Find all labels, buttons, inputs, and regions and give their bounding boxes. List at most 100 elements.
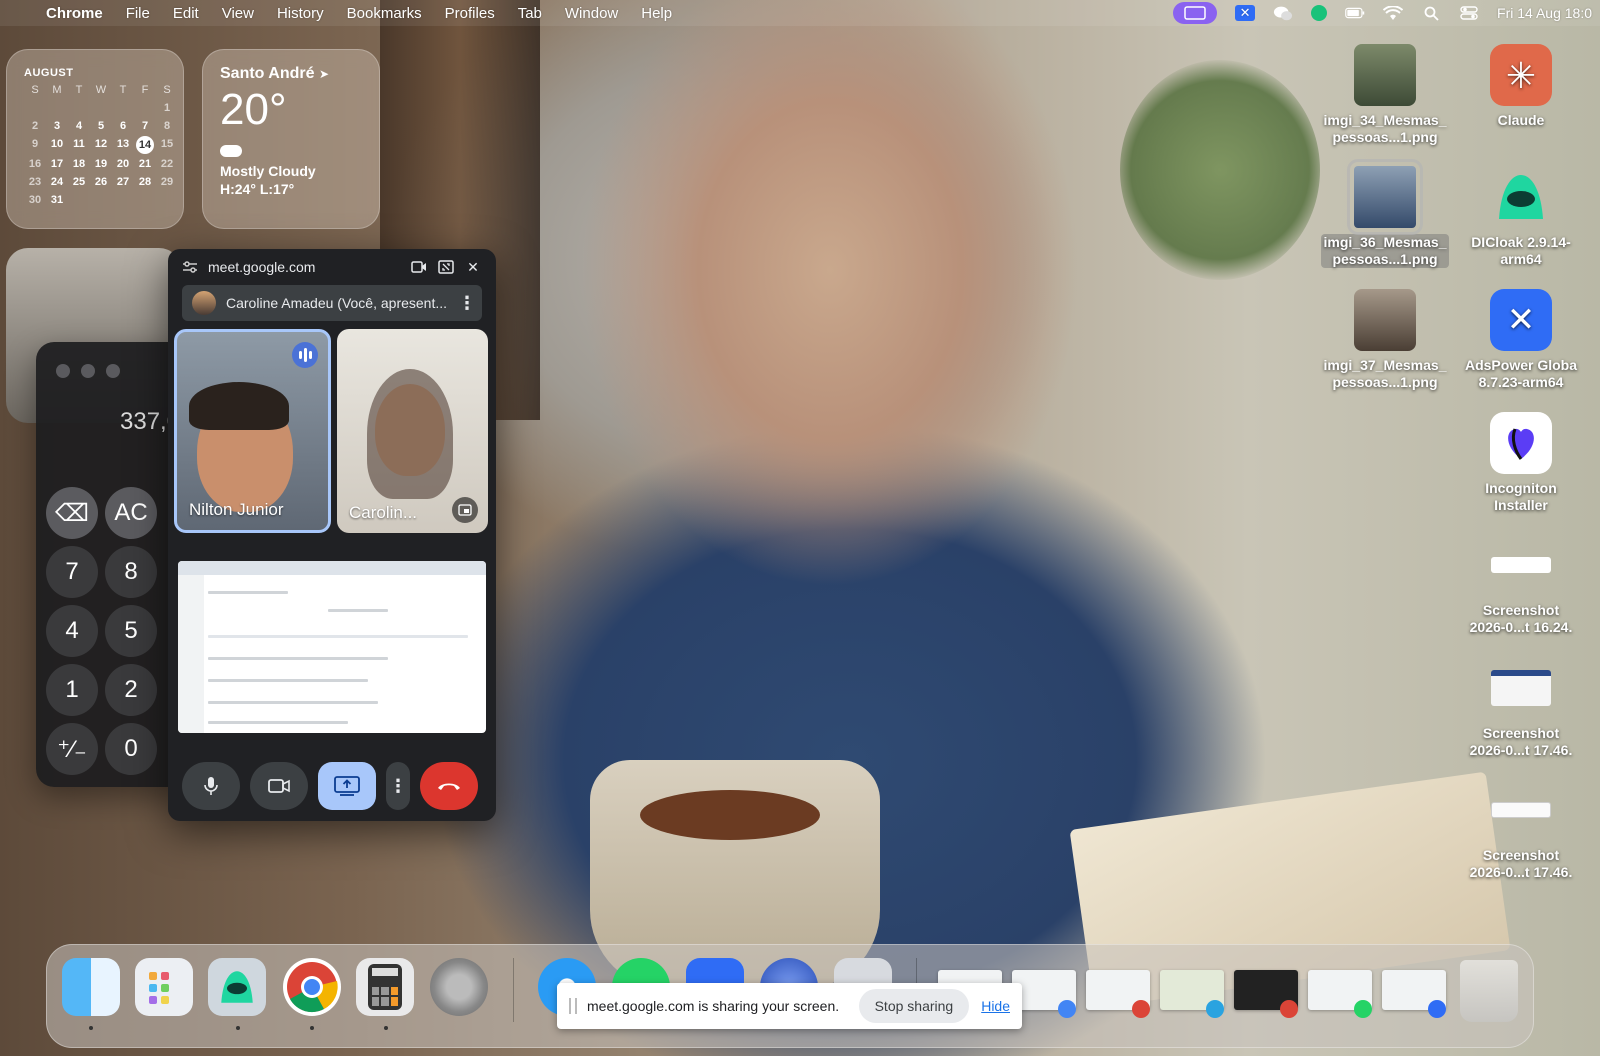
avatar — [192, 291, 216, 315]
close-window-button[interactable] — [56, 364, 70, 378]
desktop-app-claude[interactable]: ✳ Claude — [1456, 44, 1586, 129]
desktop-file-imgi-36[interactable]: imgi_36_Mesmas_ pessoas...1.png — [1320, 159, 1450, 268]
calendar-day: 27 — [116, 176, 130, 188]
desktop-file-imgi-34[interactable]: imgi_34_Mesmas_ pessoas...1.png — [1320, 44, 1450, 146]
calc-key-8[interactable]: 8 — [105, 546, 157, 598]
expand-window-icon[interactable] — [437, 258, 455, 276]
dicloak-icon[interactable] — [1311, 5, 1328, 21]
file-label: Screenshot 2026-0...t 16.24. — [1469, 602, 1573, 635]
calendar-day — [134, 101, 156, 116]
desktop-file-screenshot-2[interactable]: Screenshot 2026-0...t 17.46. — [1456, 657, 1586, 759]
calendar-day: 25 — [72, 176, 86, 188]
dicloak-icon — [1490, 166, 1552, 228]
menu-help[interactable]: Help — [641, 5, 672, 22]
more-vert-icon[interactable]: ⋮ — [458, 293, 476, 314]
plus-minus-button[interactable]: ⁺∕₋ — [46, 723, 98, 775]
meet-pip-window[interactable]: meet.google.com ✕ Caroline Amadeu (Você,… — [168, 249, 496, 821]
calendar-day: 3 — [53, 120, 61, 132]
calendar-day: 20 — [116, 158, 130, 170]
ac-button[interactable]: AC — [105, 487, 157, 539]
site-settings-icon[interactable] — [182, 260, 198, 274]
search-icon[interactable] — [1421, 5, 1441, 21]
calendar-day: 24 — [50, 176, 64, 188]
calendar-day — [90, 193, 112, 208]
text-line-decor — [208, 591, 288, 594]
calendar-day: 1 — [163, 102, 171, 114]
menu-history[interactable]: History — [277, 5, 324, 22]
participant-tile-nilton[interactable]: Nilton Junior — [174, 329, 331, 533]
control-center-icon[interactable] — [1459, 5, 1479, 21]
presenter-bar[interactable]: Caroline Amadeu (Você, apresent... ⋮ — [182, 285, 482, 321]
wifi-icon[interactable] — [1383, 5, 1404, 21]
menu-bookmarks[interactable]: Bookmarks — [347, 5, 422, 22]
more-options-button[interactable]: ⋮ — [386, 762, 410, 810]
launchpad-icon[interactable] — [135, 958, 193, 1016]
system-settings-icon[interactable] — [430, 958, 488, 1016]
trash-icon[interactable] — [1460, 960, 1518, 1022]
calendar-day: 15 — [160, 138, 174, 150]
desktop-app-adspower[interactable]: ✕ AdsPower Globa 8.7.23-arm64 — [1456, 289, 1586, 391]
running-indicator — [384, 1026, 388, 1030]
calc-key-4[interactable]: 4 — [46, 605, 98, 657]
calendar-day — [24, 101, 46, 116]
calendar-day: 31 — [50, 194, 64, 206]
desktop-file-screenshot-3[interactable]: Screenshot 2026-0...t 17.46. — [1456, 779, 1586, 881]
calendar-day — [134, 193, 156, 208]
minimize-window-button[interactable] — [81, 364, 95, 378]
wechat-icon[interactable] — [1273, 5, 1293, 21]
image-thumbnail — [1347, 159, 1423, 235]
camera-button[interactable] — [250, 762, 308, 810]
menu-view[interactable]: View — [222, 5, 254, 22]
pip-icon[interactable] — [452, 497, 478, 523]
menu-tab[interactable]: Tab — [518, 5, 542, 22]
browser-tabs-decor — [178, 561, 486, 575]
menu-edit[interactable]: Edit — [173, 5, 199, 22]
desktop-app-incogniton[interactable]: Incogniton Installer — [1456, 412, 1586, 514]
weather-widget[interactable]: Santo André ➤ 20° Mostly Cloudy H:24° L:… — [202, 49, 380, 229]
microphone-button[interactable] — [182, 762, 240, 810]
screen-sharing-icon[interactable] — [1173, 2, 1218, 24]
hide-button[interactable]: Hide — [981, 998, 1010, 1014]
location-arrow-icon: ➤ — [318, 67, 330, 81]
calculator-window[interactable]: 337,0 ⌫ AC 7 8 4 5 1 2 ⁺∕₋ 0 — [36, 342, 186, 787]
backspace-button[interactable]: ⌫ — [46, 487, 98, 539]
calc-key-5[interactable]: 5 — [105, 605, 157, 657]
menu-app-name[interactable]: Chrome — [46, 5, 103, 22]
shared-screen-preview[interactable] — [178, 561, 486, 733]
end-call-button[interactable] — [420, 762, 478, 810]
zoom-window-button[interactable] — [106, 364, 120, 378]
calendar-widget[interactable]: AUGUST S M T W T F S 1 2 3 4 5 6 7 8 9 10 11 12 13 14 15 16 17 1… — [6, 49, 184, 229]
weather-city: Santo André ➤ — [220, 65, 330, 82]
menu-profiles[interactable]: Profiles — [445, 5, 495, 22]
finder-icon[interactable] — [62, 958, 120, 1016]
more-options-icon: ⋮ — [389, 775, 407, 796]
participant-tile-caroline[interactable]: Carolin... — [337, 329, 488, 533]
close-icon[interactable]: ✕ — [464, 258, 482, 276]
present-screen-button[interactable] — [318, 762, 376, 810]
participant-tiles: Nilton Junior Carolin... — [174, 329, 488, 535]
chrome-badge-icon — [1132, 1000, 1150, 1018]
sidebar-decor — [178, 575, 204, 733]
calculator-icon[interactable] — [356, 958, 414, 1016]
calc-key-7[interactable]: 7 — [46, 546, 98, 598]
calc-key-2[interactable]: 2 — [105, 664, 157, 716]
drag-handle-icon[interactable] — [569, 998, 577, 1014]
stop-sharing-button[interactable]: Stop sharing — [858, 989, 970, 1023]
desktop-file-imgi-37[interactable]: imgi_37_Mesmas_ pessoas...1.png — [1320, 289, 1450, 391]
menu-window[interactable]: Window — [565, 5, 618, 22]
camera-icon — [268, 779, 290, 793]
chrome-icon[interactable] — [283, 958, 341, 1016]
menu-file[interactable]: File — [126, 5, 150, 22]
calc-key-1[interactable]: 1 — [46, 664, 98, 716]
calc-key-0[interactable]: 0 — [105, 723, 157, 775]
adspower-icon[interactable]: ✕ — [1235, 5, 1256, 21]
battery-icon[interactable] — [1345, 5, 1365, 21]
calendar-day — [112, 101, 134, 116]
calendar-weekday-head: S — [31, 84, 39, 96]
desktop-file-screenshot-1[interactable]: Screenshot 2026-0...t 16.24. — [1456, 534, 1586, 636]
desktop-app-dicloak[interactable]: DICloak 2.9.14- arm64 — [1456, 166, 1586, 268]
apple-menu-icon[interactable] — [12, 4, 28, 22]
menubar-clock[interactable]: Fri 14 Aug 18:0 — [1497, 5, 1592, 21]
dicloak-icon[interactable] — [208, 958, 266, 1016]
camera-toggle-icon[interactable] — [410, 258, 428, 276]
